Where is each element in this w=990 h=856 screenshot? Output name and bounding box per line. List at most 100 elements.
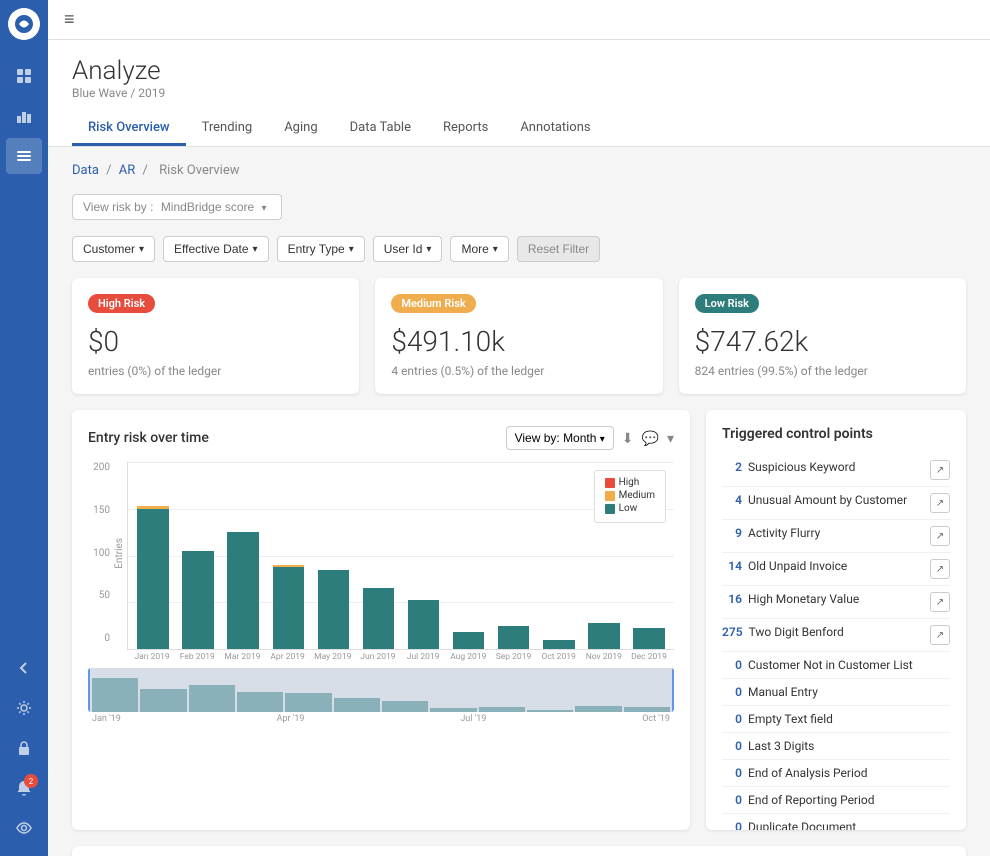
cp-count-8: 0 <box>722 712 742 726</box>
x-label-4: May 2019 <box>312 652 354 662</box>
cp-item-9: 0Last 3 Digits <box>722 733 950 760</box>
sidebar-icon-settings[interactable] <box>6 690 42 726</box>
cp-link-5[interactable]: ↗ <box>930 625 950 645</box>
cp-count-10: 0 <box>722 766 742 780</box>
y-label-150: 150 <box>93 505 110 516</box>
cp-item-7: 0 Manual Entry <box>722 679 950 706</box>
tab-aging[interactable]: Aging <box>268 112 333 146</box>
sidebar-icon-layers[interactable] <box>6 138 42 174</box>
bar-stack-0[interactable] <box>137 506 169 649</box>
legend-high-label: High <box>619 477 640 488</box>
tab-data-table[interactable]: Data Table <box>334 112 427 146</box>
bar-stack-7[interactable] <box>453 632 485 649</box>
breadcrumb-ar[interactable]: AR <box>119 163 136 178</box>
cp-link-0[interactable]: ↗ <box>930 460 950 480</box>
bar-stack-10[interactable] <box>588 623 620 649</box>
cp-link-2[interactable]: ↗ <box>930 526 950 546</box>
sidebar-icon-lock[interactable] <box>6 730 42 766</box>
cp-list: 2Suspicious Keyword↗4Unusual Amount by C… <box>722 454 950 830</box>
cp-item-1[interactable]: 4Unusual Amount by Customer↗ <box>722 487 950 520</box>
cp-name-6: Customer Not in Customer List <box>748 658 950 672</box>
mini-x-labels: Jan '19 Apr '19 Jul '19 Oct '19 <box>88 714 674 724</box>
tab-risk-overview[interactable]: Risk Overview <box>72 112 186 146</box>
hamburger-icon[interactable]: ≡ <box>64 9 75 30</box>
bar-stack-5[interactable] <box>363 588 395 649</box>
bar-group-6 <box>402 462 444 649</box>
bar-stack-6[interactable] <box>408 600 440 649</box>
cp-name-4: High Monetary Value <box>748 592 930 606</box>
bar-group-2 <box>222 462 264 649</box>
app-logo[interactable] <box>8 8 40 40</box>
breadcrumb-current: Risk Overview <box>159 163 239 178</box>
chart-comment-button[interactable]: 💬 <box>642 430 659 447</box>
cp-link-4[interactable]: ↗ <box>930 592 950 612</box>
x-label-1: Feb 2019 <box>176 652 218 662</box>
cp-item-0[interactable]: 2Suspicious Keyword↗ <box>722 454 950 487</box>
filter-customer[interactable]: Customer▾ <box>72 236 155 262</box>
cp-link-1[interactable]: ↗ <box>930 493 950 513</box>
y-label-50: 50 <box>99 590 110 601</box>
filter-user-id[interactable]: User Id▾ <box>373 236 443 262</box>
bar-stack-8[interactable] <box>498 626 530 649</box>
chart-legend: High Medium Low <box>594 470 666 523</box>
bar-low-11 <box>633 628 665 649</box>
view-by-month-button[interactable]: View by: Month ▾ <box>506 426 614 450</box>
filter-row: Customer▾ Effective Date▾ Entry Type▾ Us… <box>72 236 966 262</box>
sidebar-icon-chart[interactable] <box>6 98 42 134</box>
cp-count-3: 14 <box>722 559 742 573</box>
chart-download-button[interactable]: ⬇ <box>622 430 634 447</box>
high-risk-description: entries (0%) of the ledger <box>88 364 343 378</box>
cp-item-6: 0Customer Not in Customer List <box>722 652 950 679</box>
bar-stack-4[interactable] <box>318 570 350 649</box>
main-content: ≡ Analyze Blue Wave / 2019 Risk Overview… <box>48 0 990 856</box>
cp-item-10: 0 End of Analysis Period <box>722 760 950 787</box>
bar-low-4 <box>318 570 350 649</box>
bar-stack-11[interactable] <box>633 628 665 649</box>
cp-link-3[interactable]: ↗ <box>930 559 950 579</box>
bar-stack-3[interactable] <box>273 565 305 649</box>
sidebar-icon-grid[interactable] <box>6 58 42 94</box>
tab-annotations[interactable]: Annotations <box>504 112 606 146</box>
bar-low-2 <box>227 532 259 649</box>
cp-name-10: End of Analysis Period <box>748 766 950 780</box>
mini-chart-selection <box>88 668 674 712</box>
legend-medium-label: Medium <box>619 490 655 501</box>
bar-stack-2[interactable] <box>227 532 259 649</box>
sidebar-icon-notification[interactable]: 2 <box>6 770 42 806</box>
cp-count-4: 16 <box>722 592 742 606</box>
cp-name-0: Suspicious Keyword <box>748 460 930 474</box>
sidebar: 2 <box>0 0 48 856</box>
mini-label-jan: Jan '19 <box>92 714 121 724</box>
x-label-10: Nov 2019 <box>583 652 625 662</box>
bar-low-6 <box>408 600 440 649</box>
filter-effective-date[interactable]: Effective Date▾ <box>163 236 269 262</box>
cp-name-7: Manual Entry <box>748 685 950 699</box>
risk-card-high: High Risk $0 entries (0%) of the ledger <box>72 278 359 394</box>
bar-stack-1[interactable] <box>182 551 214 649</box>
view-risk-caret: ▾ <box>262 203 267 214</box>
cp-item-3[interactable]: 14Old Unpaid Invoice↗ <box>722 553 950 586</box>
mini-label-jul: Jul '19 <box>460 714 486 724</box>
view-risk-button[interactable]: View risk by : MindBridge score ▾ <box>72 194 282 220</box>
low-risk-badge: Low Risk <box>695 294 759 313</box>
breadcrumb: Data / AR / Risk Overview <box>72 163 966 178</box>
cp-item-12: 0Duplicate Document <box>722 814 950 830</box>
cp-count-2: 9 <box>722 526 742 540</box>
sidebar-icon-eye[interactable] <box>6 810 42 846</box>
cp-item-4[interactable]: 16 High Monetary Value↗ <box>722 586 950 619</box>
bar-stack-9[interactable] <box>543 640 575 649</box>
tab-trending[interactable]: Trending <box>186 112 269 146</box>
breadcrumb-data[interactable]: Data <box>72 163 99 178</box>
filter-more[interactable]: More▾ <box>450 236 508 262</box>
risk-card-low: Low Risk $747.62k 824 entries (99.5%) of… <box>679 278 966 394</box>
cp-item-5[interactable]: 275Two Digit Benford↗ <box>722 619 950 652</box>
tab-reports[interactable]: Reports <box>427 112 504 146</box>
mini-chart[interactable] <box>88 668 674 712</box>
filter-entry-type[interactable]: Entry Type▾ <box>277 236 365 262</box>
sidebar-icon-back[interactable] <box>6 650 42 686</box>
cp-item-2[interactable]: 9Activity Flurry↗ <box>722 520 950 553</box>
reset-filter-button[interactable]: Reset Filter <box>517 236 600 262</box>
cp-count-7: 0 <box>722 685 742 699</box>
chart-more-button[interactable]: ▾ <box>667 430 674 447</box>
medium-risk-description: 4 entries (0.5%) of the ledger <box>391 364 646 378</box>
